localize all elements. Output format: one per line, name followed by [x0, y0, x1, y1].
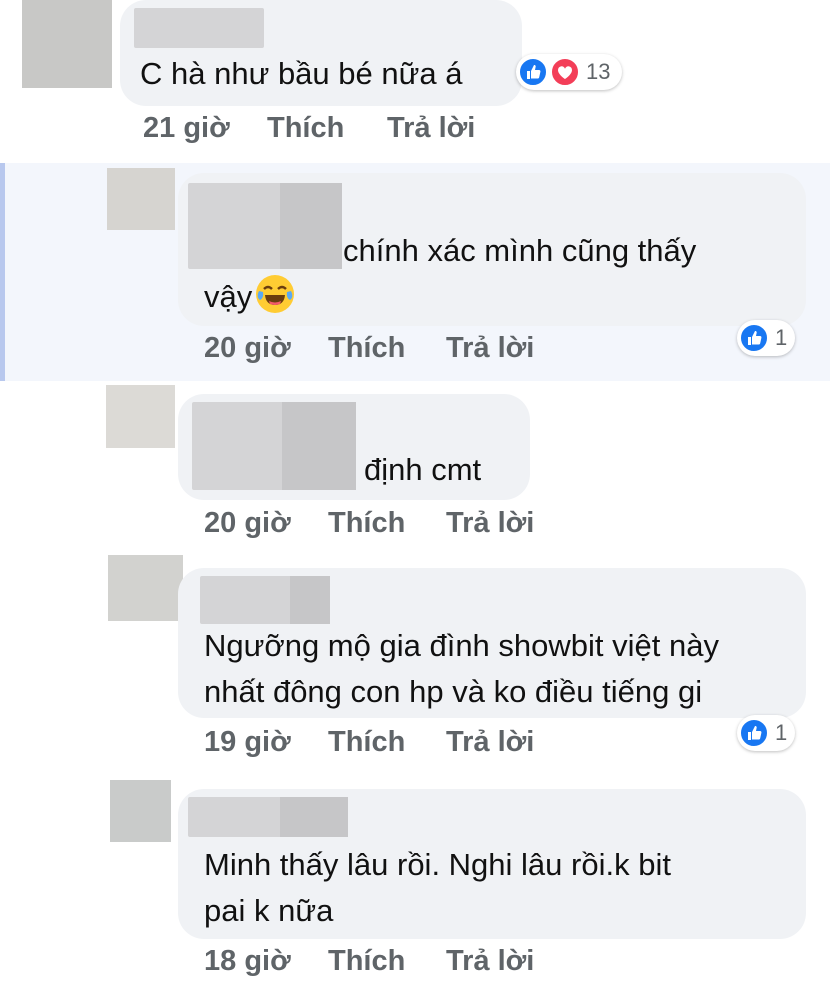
- comment-bubble: C hà như bầu bé nữa á: [120, 0, 522, 106]
- comment-bubble: Minh thấy lâu rồi. Nghi lâu rồi.k bit pa…: [178, 789, 806, 939]
- comment-actions: 19 giờ Thích Trả lời: [204, 726, 604, 766]
- author-name-redacted[interactable]: [188, 183, 342, 269]
- reply-button[interactable]: Trả lời: [446, 507, 534, 540]
- reply-button[interactable]: Trả lời: [446, 945, 534, 978]
- avatar[interactable]: [110, 780, 171, 842]
- comment-text: pai k nữa: [204, 893, 334, 928]
- comment-bubble: Ngưỡng mộ gia đình showbit việt này nhất…: [178, 568, 806, 718]
- comment-text: định cmt: [364, 452, 482, 487]
- reaction-summary[interactable]: 1: [737, 320, 795, 356]
- like-button[interactable]: Thích: [328, 332, 405, 365]
- comment-bubble: chính xác mình cũng thấy vậy: [178, 173, 806, 326]
- reply-button[interactable]: Trả lời: [446, 726, 534, 759]
- avatar[interactable]: [107, 168, 175, 230]
- comment-text: nhất đông con hp và ko điều tiếng gi: [204, 674, 703, 709]
- comment-actions: 20 giờ Thích Trả lời: [204, 507, 604, 547]
- like-icon: [739, 718, 769, 748]
- love-icon: [550, 57, 580, 87]
- comment-text: vậy: [204, 273, 295, 321]
- author-name-redacted[interactable]: [134, 8, 264, 48]
- comment-timestamp[interactable]: 20 giờ: [204, 332, 291, 365]
- reply-button[interactable]: Trả lời: [387, 112, 475, 145]
- like-icon: [518, 57, 548, 87]
- laughing-tears-emoji: [256, 275, 295, 313]
- comment-actions: 18 giờ Thích Trả lời: [204, 945, 604, 985]
- comment-actions: 20 giờ Thích Trả lời: [204, 332, 604, 372]
- comment-text: chính xác mình cũng thấy: [343, 233, 697, 268]
- like-button[interactable]: Thích: [328, 726, 405, 759]
- comment-timestamp[interactable]: 20 giờ: [204, 507, 291, 540]
- author-name-redacted[interactable]: [188, 797, 348, 837]
- like-icon: [739, 323, 769, 353]
- comment-timestamp[interactable]: 19 giờ: [204, 726, 291, 759]
- reaction-summary[interactable]: 13: [516, 54, 622, 90]
- reaction-count: 1: [775, 720, 788, 745]
- reaction-summary[interactable]: 1: [737, 715, 795, 751]
- comment-text: Minh thấy lâu rồi. Nghi lâu rồi.k bit: [204, 847, 671, 882]
- reply-button[interactable]: Trả lời: [446, 332, 534, 365]
- avatar[interactable]: [108, 555, 183, 621]
- author-name-redacted[interactable]: [192, 402, 356, 490]
- avatar[interactable]: [106, 385, 175, 448]
- like-button[interactable]: Thích: [267, 112, 344, 145]
- comment-bubble: định cmt: [178, 394, 530, 500]
- comment-text: Ngưỡng mộ gia đình showbit việt này: [204, 628, 719, 663]
- comment-timestamp[interactable]: 18 giờ: [204, 945, 291, 978]
- avatar[interactable]: [22, 0, 112, 88]
- reaction-count: 13: [586, 59, 611, 84]
- like-button[interactable]: Thích: [328, 507, 405, 540]
- like-button[interactable]: Thích: [328, 945, 405, 978]
- reaction-count: 1: [775, 325, 788, 350]
- comment-timestamp[interactable]: 21 giờ: [143, 112, 230, 145]
- comment-actions: 21 giờ Thích Trả lời: [143, 112, 543, 152]
- comment-text: C hà như bầu bé nữa á: [140, 56, 463, 91]
- author-name-redacted[interactable]: [200, 576, 330, 624]
